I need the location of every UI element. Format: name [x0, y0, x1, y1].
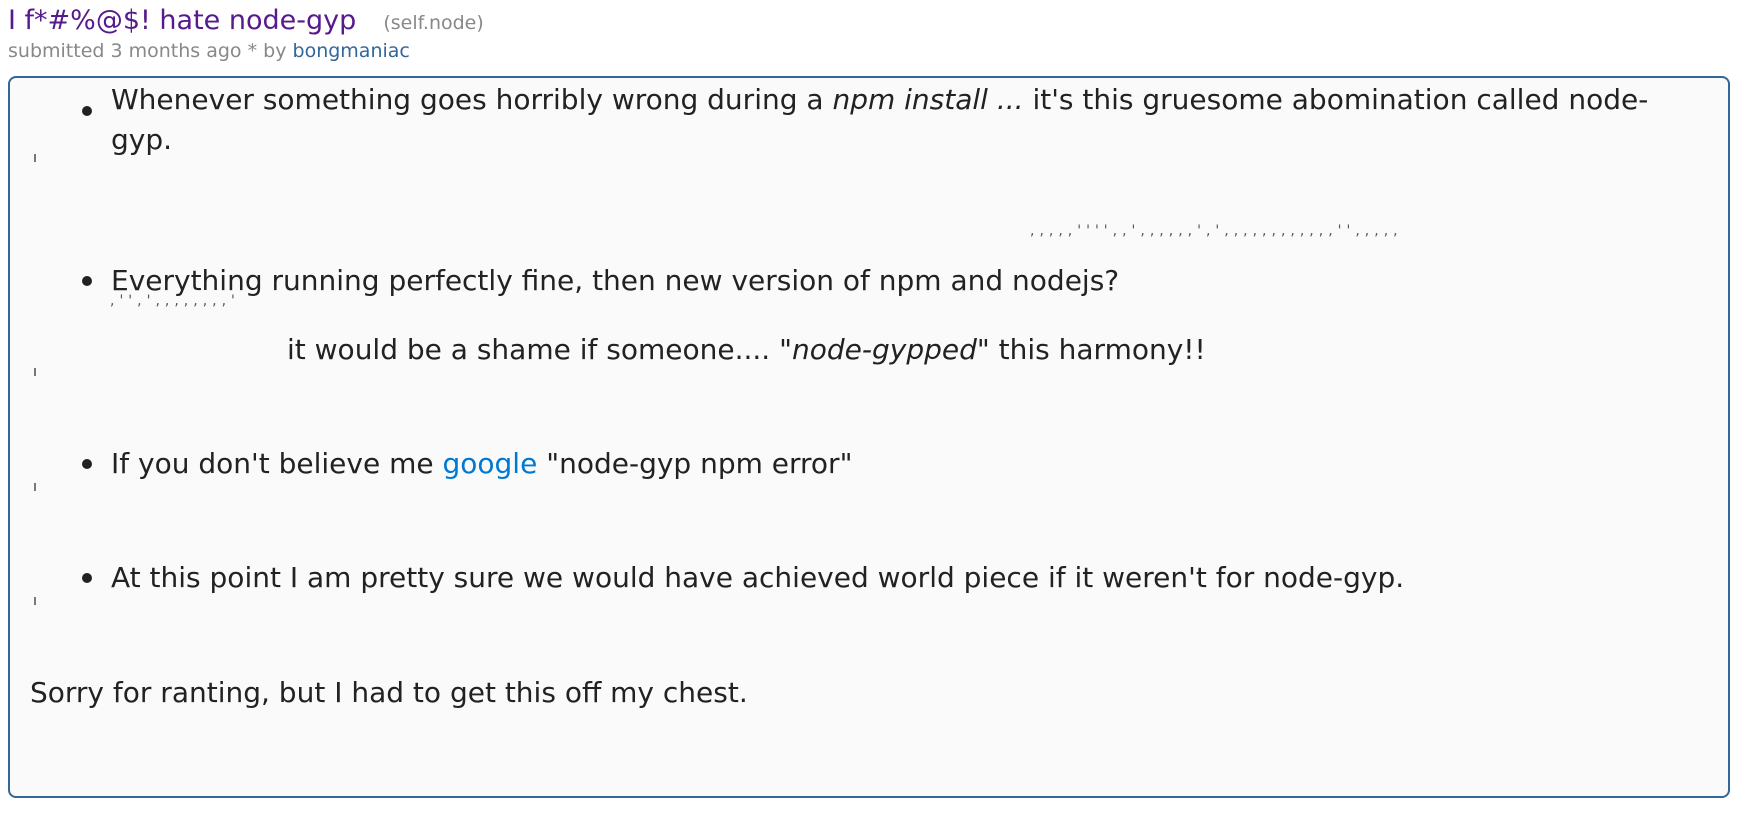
post-time: 3 months ago [110, 40, 242, 62]
bullet-marker [82, 276, 92, 286]
indented-line: it would be a shame if someone.... "node… [287, 330, 1206, 370]
tagline: submitted 3 months ago * by bongmaniac [8, 40, 1738, 62]
bullet-marker [82, 459, 92, 469]
bullet-3-text-pre: If you don't believe me [111, 447, 443, 480]
bullet-item-1: Whenever something goes horribly wrong d… [111, 80, 1668, 160]
google-link[interactable]: google [442, 447, 537, 480]
post-header: I f*#%@$! hate node-gyp (self.node) subm… [8, 2, 1738, 62]
bullet-item-2: Everything running perfectly fine, then … [111, 264, 1120, 297]
bullet-3-text-post: "node-gyp npm error" [537, 447, 853, 480]
tagline-separator: * by [247, 40, 287, 62]
bullet-1-text-pre: Whenever something goes horribly wrong d… [111, 83, 833, 116]
post-title-link[interactable]: I f*#%@$! hate node-gyp [8, 5, 356, 36]
post-domain-link[interactable]: (self.node) [383, 12, 483, 34]
indented-text-post: this harmony!! [989, 333, 1206, 366]
indented-emphasis: "node-gypped" [779, 333, 990, 366]
post-body: Whenever something goes horribly wrong d… [8, 76, 1730, 798]
bullet-item-4: At this point I am pretty sure we would … [111, 561, 1405, 594]
author-link[interactable]: bongmaniac [293, 40, 410, 62]
bullet-marker [82, 573, 92, 583]
closing-paragraph: Sorry for ranting, but I had to get this… [30, 676, 748, 709]
bullet-marker [82, 106, 92, 116]
tick-row-1: ,,,,,'''',,',,,,,,',',,,,,,,,,,,,'',,,,, [1030, 223, 1403, 239]
bullet-item-3: If you don't believe me google "node-gyp… [111, 444, 1668, 484]
indented-text-pre: it would be a shame if someone.... [287, 333, 780, 366]
line-marker [34, 597, 36, 605]
line-marker [34, 483, 36, 491]
line-marker [34, 368, 36, 376]
bullet-1-emphasis: npm install ... [832, 83, 1024, 116]
line-marker [34, 154, 36, 162]
tagline-prefix: submitted [8, 40, 105, 62]
title-row: I f*#%@$! hate node-gyp (self.node) [8, 2, 1738, 40]
tick-row-2: ,'',',,,,,,,,' [110, 293, 240, 309]
